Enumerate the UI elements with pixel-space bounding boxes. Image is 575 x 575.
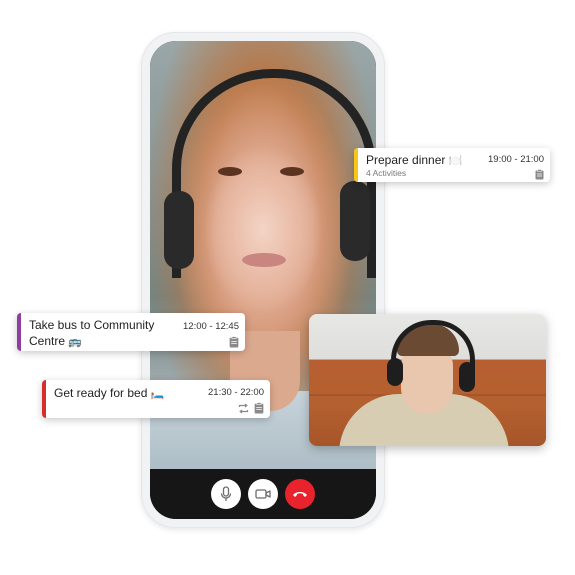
card-accent-bar	[17, 313, 21, 351]
phone-screen	[150, 41, 376, 519]
headphone-cup-left	[164, 191, 194, 269]
phone-frame	[141, 32, 385, 528]
card-icons	[535, 167, 544, 182]
participant-video-feed	[309, 314, 546, 446]
clipboard-icon[interactable]	[254, 401, 264, 418]
activity-card-prepare-dinner[interactable]: Prepare dinner 🍽️ 19:00 - 21:00 4 Activi…	[354, 148, 550, 182]
video-camera-icon	[255, 488, 271, 500]
participant-headphone-cup-right	[459, 362, 475, 392]
card-title-text: Take bus to Community Centre	[29, 318, 155, 348]
clipboard-icon[interactable]	[535, 167, 544, 182]
card-title-text: Get ready for bed	[54, 386, 148, 400]
phone-hangup-icon	[292, 490, 308, 498]
card-title-text: Prepare dinner	[366, 153, 446, 167]
activity-card-get-ready-for-bed[interactable]: Get ready for bed 🛏️ 21:30 - 22:00	[42, 380, 270, 418]
clipboard-icon[interactable]	[229, 335, 239, 351]
bus-icon: 🚌	[68, 336, 83, 348]
card-icons	[229, 335, 239, 351]
card-time: 21:30 - 22:00	[208, 387, 264, 398]
card-accent-bar	[42, 380, 46, 418]
card-icons	[238, 401, 264, 418]
camera-toggle-button[interactable]	[248, 479, 278, 509]
participant-headphone-cup-left	[387, 358, 403, 386]
microphone-icon	[219, 486, 233, 502]
end-call-button[interactable]	[285, 479, 315, 509]
card-time: 12:00 - 12:45	[183, 321, 239, 332]
card-title: Prepare dinner 🍽️	[366, 152, 462, 169]
video-subject-eye-right	[280, 167, 304, 176]
card-subtitle: 4 Activities	[366, 168, 407, 178]
card-title: Get ready for bed 🛏️	[54, 385, 164, 402]
card-time: 19:00 - 21:00	[488, 154, 544, 165]
call-controls	[150, 469, 376, 519]
bed-icon: 🛏️	[150, 388, 165, 400]
card-accent-bar	[354, 148, 358, 182]
activity-card-take-bus[interactable]: Take bus to Community Centre 🚌 12:00 - 1…	[17, 313, 245, 351]
headphone-cup-right	[340, 181, 370, 261]
video-subject-mouth	[242, 253, 286, 267]
card-title: Take bus to Community Centre 🚌	[29, 317, 179, 350]
plate-icon: 🍽️	[448, 155, 463, 167]
video-subject-eye-left	[218, 167, 242, 176]
repeat-icon[interactable]	[238, 401, 249, 418]
mute-button[interactable]	[211, 479, 241, 509]
